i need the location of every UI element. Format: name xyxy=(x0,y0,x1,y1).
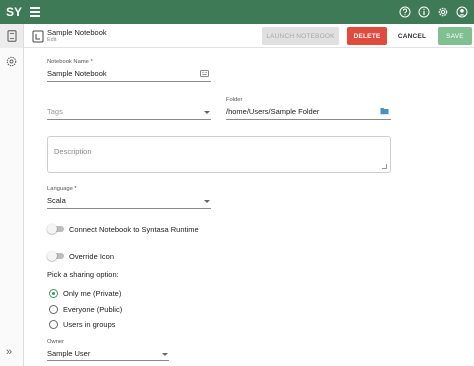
cancel-button[interactable]: CANCEL xyxy=(392,27,432,45)
description-textarea[interactable]: Description xyxy=(47,136,391,173)
folder-underline xyxy=(226,119,391,120)
side-rail: » xyxy=(0,24,24,366)
launch-notebook-button[interactable]: LAUNCH NOTEBOOK xyxy=(262,27,339,45)
language-label: Language * xyxy=(47,186,77,192)
folder-input[interactable]: /home/Users/Sample Folder xyxy=(226,107,319,116)
connect-runtime-label: Connect Notebook to Syntasa Runtime xyxy=(69,225,199,234)
description-placeholder: Description xyxy=(54,147,92,156)
sharing-groups-label[interactable]: Users in groups xyxy=(63,320,116,329)
delete-button[interactable]: DELETE xyxy=(347,27,387,45)
menu-icon[interactable] xyxy=(30,7,40,17)
notebook-name-input[interactable]: Sample Notebook xyxy=(47,69,107,78)
keyboard-icon[interactable] xyxy=(200,70,209,77)
runtime-icon xyxy=(6,56,17,66)
info-icon[interactable] xyxy=(418,6,430,18)
sharing-private-label[interactable]: Only me (Private) xyxy=(63,289,121,298)
sharing-groups-radio[interactable] xyxy=(49,320,58,329)
language-underline xyxy=(47,208,211,209)
page-title: Sample Notebook xyxy=(47,28,107,37)
notebook-icon xyxy=(32,30,44,43)
sharing-private-radio[interactable] xyxy=(49,289,58,298)
notebook-icon xyxy=(7,30,16,42)
resize-handle-icon[interactable] xyxy=(382,164,387,169)
owner-select[interactable]: Sample User xyxy=(47,349,90,358)
save-button[interactable]: SAVE xyxy=(438,27,472,45)
app-logo[interactable]: SY xyxy=(6,5,22,19)
folder-label: Folder xyxy=(226,97,243,103)
tags-underline xyxy=(47,119,211,120)
language-select[interactable]: Scala xyxy=(47,196,66,205)
owner-underline xyxy=(47,360,169,361)
notebook-name-underline xyxy=(47,81,211,82)
expand-icon[interactable]: » xyxy=(6,346,12,358)
editor-header: Sample Notebook Edit LAUNCH NOTEBOOK DEL… xyxy=(24,24,474,48)
tags-dropdown-icon[interactable] xyxy=(204,111,210,114)
account-icon[interactable] xyxy=(456,6,468,18)
sharing-public-radio[interactable] xyxy=(49,305,58,314)
connect-runtime-toggle[interactable] xyxy=(47,224,65,234)
notebook-name-label: Notebook Name * xyxy=(47,59,93,65)
sharing-public-label[interactable]: Everyone (Public) xyxy=(63,305,122,314)
override-icon-toggle[interactable] xyxy=(47,251,65,261)
rail-item-runtime[interactable] xyxy=(0,49,23,73)
owner-label: Owner xyxy=(47,339,65,345)
owner-dropdown-icon[interactable] xyxy=(162,353,168,356)
sharing-prompt: Pick a sharing option: xyxy=(47,270,119,279)
tags-select[interactable]: Tags xyxy=(47,107,63,116)
app-bar: SY xyxy=(0,0,474,24)
language-dropdown-icon[interactable] xyxy=(204,200,210,203)
rail-item-notebook[interactable] xyxy=(0,24,23,48)
page-mode: Edit xyxy=(47,37,57,43)
help-icon[interactable] xyxy=(399,6,411,18)
override-icon-label: Override Icon xyxy=(69,252,115,261)
folder-icon[interactable] xyxy=(380,107,389,115)
settings-icon[interactable] xyxy=(437,6,449,18)
